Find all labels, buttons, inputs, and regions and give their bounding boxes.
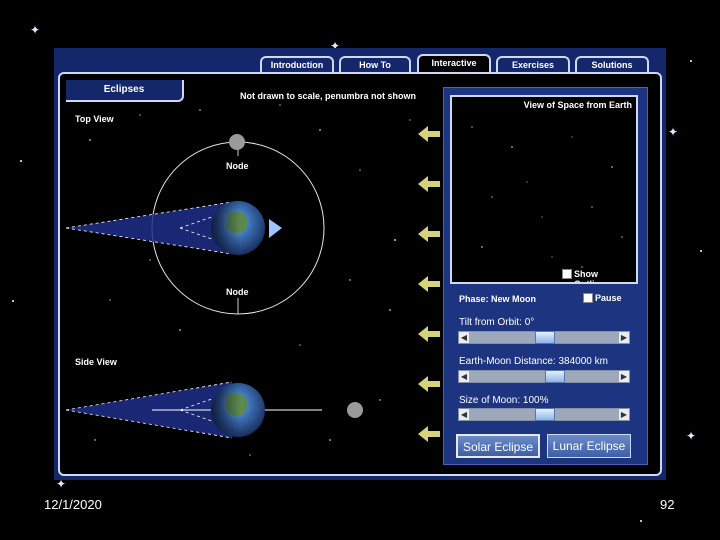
earth-side [211,383,265,437]
slider-thumb[interactable] [535,408,555,421]
slider-right-arrow-icon[interactable]: ▶ [619,371,629,382]
tab-interactive[interactable]: Interactive [417,54,491,74]
space-stars [471,126,623,268]
slider-left-arrow-icon[interactable]: ◀ [459,332,469,343]
scale-note: Not drawn to scale, penumbra not shown [240,91,417,101]
show-outlines-checkbox[interactable] [562,269,572,279]
slider-left-arrow-icon[interactable]: ◀ [459,409,469,420]
slider-thumb[interactable] [535,331,555,344]
shadow-cone-top [66,202,232,254]
node-label-bottom: Node [226,287,249,297]
slide-number: 92 [660,497,675,512]
distance-slider[interactable]: ◀ ▶ [458,370,630,383]
slide-date: 12/1/2020 [44,497,102,512]
side-view-label: Side View [75,357,117,367]
moon-top [229,134,245,150]
space-view: View of Space from Earth Show Outlines [450,95,638,284]
star-icon: ✦ [668,125,679,139]
phase-label: Phase: New Moon [459,294,537,304]
node-label-top: Node [226,161,249,171]
slider-right-arrow-icon[interactable]: ▶ [619,332,629,343]
lunar-eclipse-button[interactable]: Lunar Eclipse [547,434,631,458]
solar-eclipse-button[interactable]: Solar Eclipse [456,434,540,458]
pause-label: Pause [595,293,622,303]
earth-top [211,201,265,255]
section-tab-eclipses: Eclipses [66,80,184,102]
show-outlines-label: Show Outlines [574,269,611,284]
star-icon: ✦ [30,23,41,37]
moon-direction-icon [269,219,282,238]
simulation-canvas [65,104,440,456]
star-icon: ✦ [686,429,697,443]
moon-size-label: Size of Moon: 100% [459,395,549,406]
sunlight-arrows [418,126,440,442]
top-view-label: Top View [75,114,114,124]
pause-checkbox[interactable] [583,293,593,303]
moon-size-slider[interactable]: ◀ ▶ [458,408,630,421]
slider-left-arrow-icon[interactable]: ◀ [459,371,469,382]
moon-side [347,402,363,418]
slider-right-arrow-icon[interactable]: ▶ [619,409,629,420]
tilt-label: Tilt from Orbit: 0° [459,317,535,328]
tilt-slider[interactable]: ◀ ▶ [458,331,630,344]
slider-thumb[interactable] [545,370,565,383]
distance-label: Earth-Moon Distance: 384000 km [459,356,608,367]
